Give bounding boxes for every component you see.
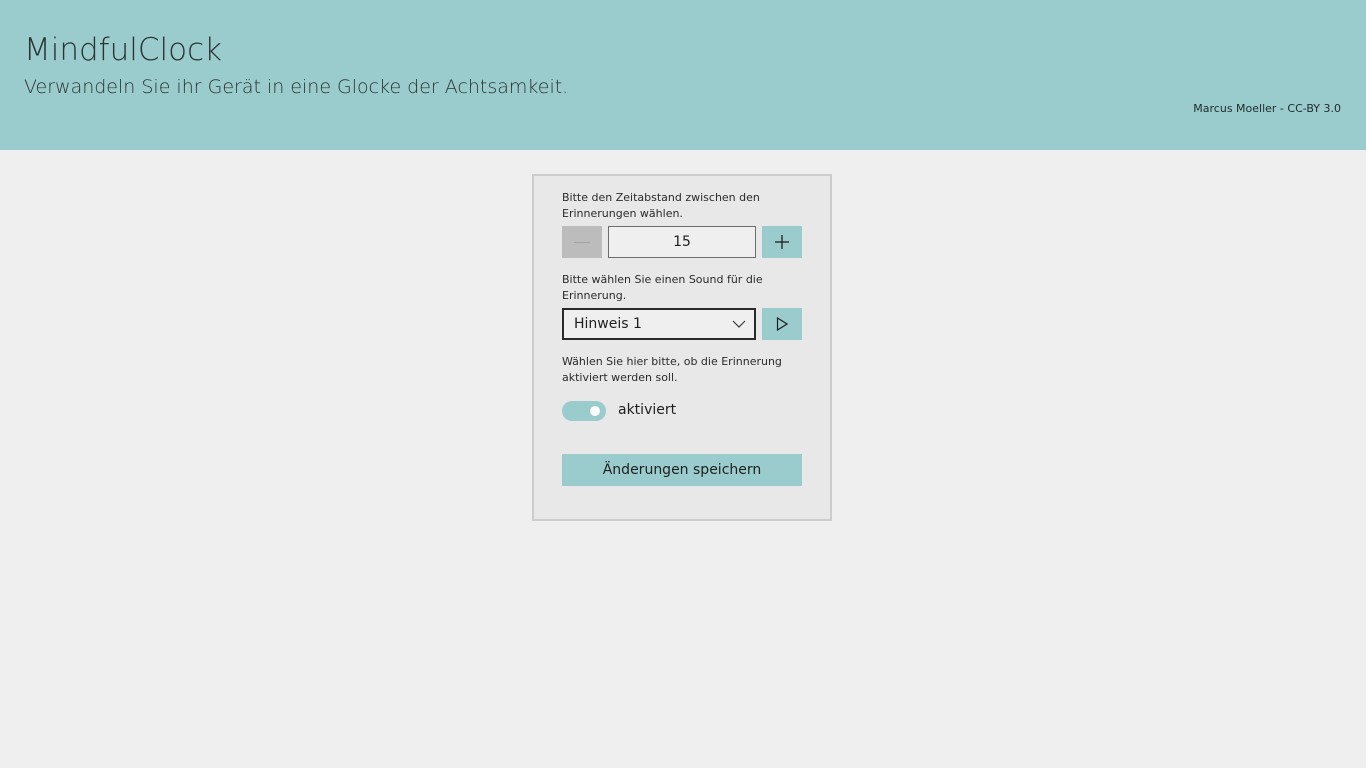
app-subtitle: Verwandeln Sie ihr Gerät in eine Glocke … bbox=[24, 76, 569, 98]
toggle-knob bbox=[590, 406, 600, 416]
save-changes-button[interactable]: Änderungen speichern bbox=[562, 454, 802, 486]
activation-toggle-label: aktiviert bbox=[618, 402, 677, 418]
app-title: MindfulClock bbox=[24, 32, 223, 68]
sound-select[interactable]: Hinweis 1 bbox=[562, 308, 756, 340]
settings-panel: Bitte den Zeitabstand zwischen den Erinn… bbox=[532, 174, 832, 521]
sound-selected-value: Hinweis 1 bbox=[574, 316, 642, 332]
chevron-down-icon bbox=[732, 320, 746, 328]
play-sound-button[interactable] bbox=[762, 308, 802, 340]
minus-icon bbox=[574, 241, 590, 243]
decrease-interval-button[interactable] bbox=[562, 226, 602, 258]
activation-label: Wählen Sie hier bitte, ob die Erinnerung… bbox=[562, 355, 782, 384]
sound-label: Bitte wählen Sie einen Sound für die Eri… bbox=[562, 273, 763, 302]
interval-label: Bitte den Zeitabstand zwischen den Erinn… bbox=[562, 191, 760, 220]
activation-toggle[interactable] bbox=[562, 401, 606, 421]
author-credit: Marcus Moeller - CC-BY 3.0 bbox=[1193, 102, 1341, 115]
interval-value: 15 bbox=[673, 234, 691, 250]
plus-icon bbox=[775, 235, 789, 249]
interval-value-field[interactable]: 15 bbox=[608, 226, 756, 258]
app-header: MindfulClock Verwandeln Sie ihr Gerät in… bbox=[0, 0, 1366, 150]
increase-interval-button[interactable] bbox=[762, 226, 802, 258]
play-icon bbox=[776, 317, 788, 331]
